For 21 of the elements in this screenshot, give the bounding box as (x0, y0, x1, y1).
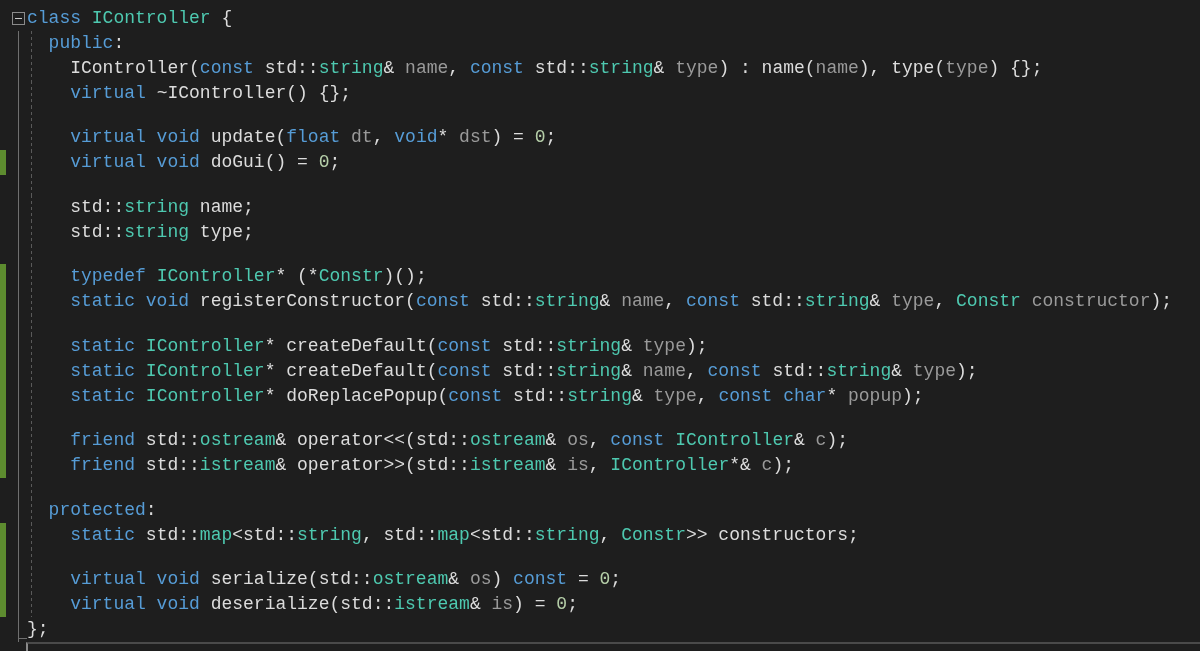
code-line: virtual void deserialize(std::istream& is) = 0; (69, 593, 578, 617)
code-line: protected: (47, 498, 157, 522)
code-line: friend std::ostream& operator<<(std::ostream& os, const IController& c); (69, 429, 849, 453)
code-line: virtual void doGui() = 0; (69, 151, 341, 175)
code-line: static void registerConstructor(const std::string& name, const std::string& type, Constr constructor); (69, 290, 1173, 314)
code-line: virtual void serialize(std::ostream& os) const = 0; (69, 568, 622, 592)
collapse-icon[interactable] (12, 12, 25, 25)
code-line: virtual ~IController() {}; (69, 82, 352, 105)
code-line: static std::map<std::string, std::map<std::string, Constr>> constructors; (69, 523, 859, 547)
code-line: class IController { (27, 7, 233, 30)
code-line: static IController* createDefault(const std::string& type); (69, 334, 708, 358)
code-line: std::string name; (69, 195, 254, 219)
code-line: static IController* createDefault(const std::string& name, const std::string& type); (69, 359, 978, 383)
code-line: virtual void update(float dt, void* dst) = 0; (69, 126, 557, 150)
code-line: static IController* doReplacePopup(const std::string& type, const char* popup); (69, 384, 924, 408)
code-line: std::string type; (69, 220, 254, 244)
code-line: public: (47, 32, 125, 55)
code-line: IController(const std::string& name, const std::string& type) : name(name), type(type) {}; (69, 57, 1043, 80)
code-line: typedef IController* (*Constr)(); (69, 265, 427, 289)
code-line: friend std::istream& operator>>(std::istream& is, IController*& c); (69, 454, 794, 478)
code-line: }; (27, 618, 49, 642)
